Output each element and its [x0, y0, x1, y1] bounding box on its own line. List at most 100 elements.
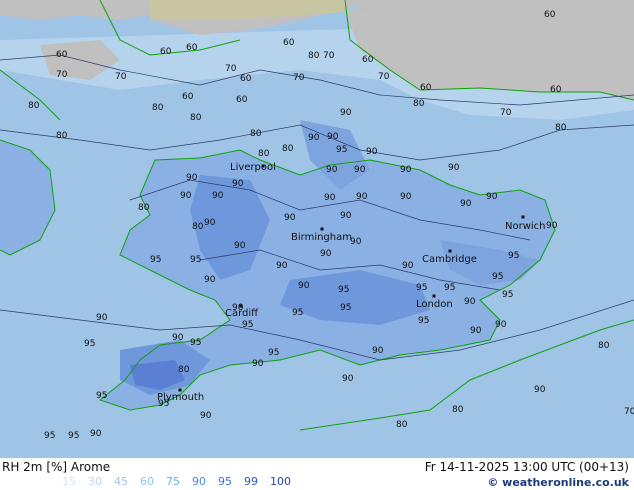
- contour-label: 95: [416, 283, 427, 293]
- contour-label: 80: [192, 222, 204, 232]
- contour-label: 60: [240, 74, 252, 84]
- contour-label: 90: [276, 261, 288, 271]
- contour-label: 95: [502, 290, 513, 300]
- contour-label: 90: [470, 326, 482, 336]
- contour-label: 95: [336, 145, 347, 155]
- city-marker-birmingham: [320, 227, 324, 231]
- contour-label: 80: [282, 144, 294, 154]
- contour-label: 70: [500, 108, 512, 118]
- contour-label: 80: [152, 103, 164, 113]
- contour-label: 80: [413, 99, 425, 109]
- contour-label: 70: [293, 73, 305, 83]
- credit[interactable]: © weatheronline.co.uk: [487, 476, 629, 489]
- contour-label: 80: [138, 203, 150, 213]
- city-label-cardiff: Cardiff: [225, 308, 259, 319]
- contour-label: 80: [555, 123, 567, 133]
- contour-label: 90: [186, 173, 198, 183]
- legend-value-30: 30: [88, 475, 102, 488]
- contour-label: 70: [378, 72, 390, 82]
- contour-label: 95: [242, 320, 253, 330]
- contour-label: 95: [96, 391, 107, 401]
- contour-label: 95: [418, 316, 429, 326]
- contour-label: 90: [96, 313, 108, 323]
- contour-label: 90: [486, 192, 498, 202]
- city-label-norwich: Norwich: [505, 221, 546, 232]
- contour-label: 60: [420, 83, 432, 93]
- contour-label: 90: [320, 249, 332, 259]
- legend-value-75: 75: [166, 475, 180, 488]
- contour-label: 90: [172, 333, 184, 343]
- contour-label: 95: [68, 431, 79, 441]
- contour-label: 60: [160, 47, 172, 57]
- contour-label: 90: [400, 165, 412, 175]
- legend-value-45: 45: [114, 475, 128, 488]
- contour-label: 90: [400, 192, 412, 202]
- contour-label: 95: [190, 338, 201, 348]
- contour-label: 70: [115, 72, 127, 82]
- contour-label: 60: [236, 95, 248, 105]
- contour-label: 60: [186, 43, 198, 53]
- contour-label: 90: [234, 241, 246, 251]
- map-canvas: 6060 60 6070 70 60706080 70 6070807060 6060 6070…: [0, 0, 634, 458]
- legend-value-15: 15: [62, 475, 76, 488]
- city-label-cambridge: Cambridge: [422, 254, 477, 265]
- contour-label: 80: [178, 365, 190, 375]
- contour-label: 90: [546, 221, 558, 231]
- legend-value-100: 100: [270, 475, 291, 488]
- contour-label: 95: [340, 303, 351, 313]
- city-marker-norwich: [521, 215, 525, 219]
- contour-label: 90: [252, 359, 264, 369]
- contour-label: 80: [452, 405, 464, 415]
- contour-label: 80: [598, 341, 610, 351]
- contour-label: 90: [356, 192, 368, 202]
- contour-label: 90: [372, 346, 384, 356]
- map-datetime: Fr 14-11-2025 13:00 UTC (00+13): [424, 460, 629, 474]
- contour-label: 90: [298, 281, 310, 291]
- contour-label: 90: [534, 385, 546, 395]
- weather-map: 60 60 60 60 70 70 60 70 60 80 70 60 70 80 70 60 60 60 60 70…: [0, 0, 634, 458]
- contour-label: 90: [284, 213, 296, 223]
- map-footer: RH 2m [%] Arome Fr 14-11-2025 13:00 UTC …: [0, 458, 634, 490]
- contour-label: 90: [366, 147, 378, 157]
- credit-text: weatheronline.co.uk: [502, 476, 629, 489]
- contour-label: 80: [396, 420, 408, 430]
- legend-value-95: 95: [218, 475, 232, 488]
- contour-label: 90: [232, 179, 244, 189]
- contour-label: 80: [28, 101, 40, 111]
- contour-label: 90: [180, 191, 192, 201]
- contour-label: 90: [90, 429, 102, 439]
- contour-label: 90: [212, 191, 224, 201]
- contour-label: 95: [44, 431, 55, 441]
- contour-label: 90: [340, 211, 352, 221]
- contour-label: 90: [464, 297, 476, 307]
- contour-label: 90: [460, 199, 472, 209]
- contour-label: 90: [308, 133, 320, 143]
- contour-label: 90: [340, 108, 352, 118]
- city-marker-cambridge: [448, 249, 452, 253]
- contour-label: 70: [624, 407, 634, 417]
- contour-label: 80: [56, 131, 68, 141]
- contour-label: 95: [338, 285, 349, 295]
- contour-label: 95: [268, 348, 279, 358]
- contour-label: 90: [200, 411, 212, 421]
- legend-value-60: 60: [140, 475, 154, 488]
- copyright-symbol: ©: [487, 476, 499, 489]
- contour-label: 95: [150, 255, 161, 265]
- legend-value-99: 99: [244, 475, 258, 488]
- contour-label: 60: [544, 10, 556, 20]
- contour-label: 95: [508, 251, 519, 261]
- city-label-plymouth: Plymouth: [157, 392, 204, 403]
- contour-label: 80: [308, 51, 320, 61]
- contour-label: 70: [56, 70, 68, 80]
- contour-label: 60: [182, 92, 194, 102]
- contour-label: 90: [342, 374, 354, 384]
- contour-label: 95: [444, 283, 455, 293]
- contour-label: 80: [258, 149, 270, 159]
- contour-label: 60: [283, 38, 295, 48]
- contour-label: 90: [204, 218, 216, 228]
- contour-label: 70: [225, 64, 237, 74]
- contour-label: 90: [495, 320, 507, 330]
- contour-label: 90: [448, 163, 460, 173]
- city-label-birmingham: Birmingham: [291, 232, 352, 243]
- contour-label: 90: [326, 165, 338, 175]
